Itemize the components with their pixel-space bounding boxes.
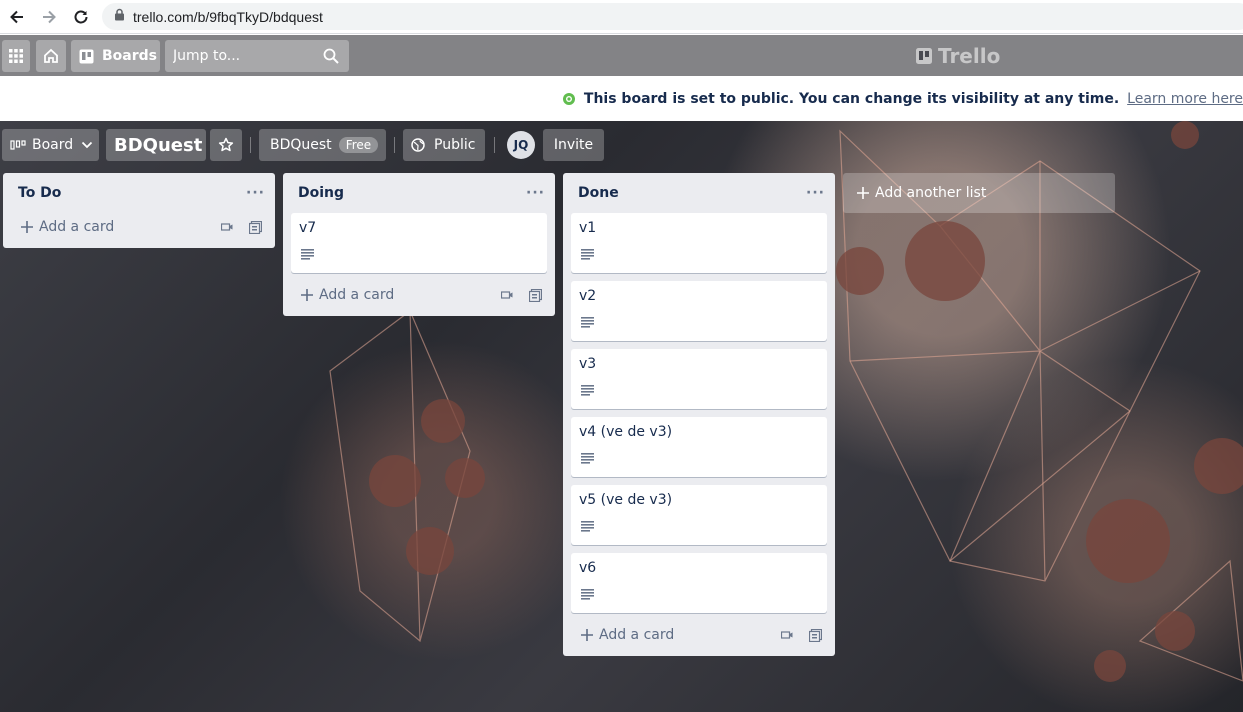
globe-icon: [562, 92, 576, 106]
template-icon[interactable]: [497, 285, 517, 305]
list-menu-icon[interactable]: ···: [806, 185, 825, 201]
chevron-down-icon: [81, 141, 93, 149]
card[interactable]: v3: [571, 349, 827, 409]
template-icon[interactable]: [217, 217, 237, 237]
public-visibility-banner: This board is set to public. You can cha…: [0, 76, 1243, 121]
add-card-label: Add a card: [599, 627, 675, 643]
card[interactable]: v1: [571, 213, 827, 273]
card-template-icon[interactable]: [805, 625, 825, 645]
learn-more-link[interactable]: Learn more here: [1127, 91, 1243, 107]
lock-icon: [114, 8, 125, 25]
board-name-button[interactable]: BDQuest: [106, 129, 206, 161]
back-arrow-icon[interactable]: [5, 5, 29, 29]
board-view-switcher[interactable]: Board: [2, 129, 99, 161]
board-header: Board BDQuest BDQuest Free Public JQ Inv…: [0, 121, 1243, 169]
board-canvas: Board BDQuest BDQuest Free Public JQ Inv…: [0, 121, 1243, 712]
add-list-label: Add another list: [875, 185, 987, 201]
card-title: v4 (ve de v3): [579, 424, 673, 440]
plus-icon: [301, 289, 313, 301]
url-text[interactable]: trello.com/b/9fbqTkyD/bdquest: [133, 9, 323, 25]
reload-icon[interactable]: [69, 5, 93, 29]
add-card-button[interactable]: Add a card: [581, 627, 769, 643]
card-title: v5 (ve de v3): [579, 492, 673, 508]
trello-logo-text: Trello: [938, 44, 1001, 68]
card-title: v6: [579, 560, 597, 576]
list-doing: Doing ··· v7 Add a card: [283, 173, 555, 316]
description-icon: [581, 316, 595, 332]
description-icon: [581, 248, 595, 264]
banner-message: This board is set to public. You can cha…: [583, 90, 1120, 107]
app-header: Boards: [0, 35, 1243, 76]
home-icon[interactable]: [36, 40, 66, 72]
add-list-button[interactable]: Add another list: [843, 173, 1115, 213]
card[interactable]: v4 (ve de v3): [571, 417, 827, 477]
board-view-icon: [10, 139, 26, 151]
list-header[interactable]: Doing ···: [283, 173, 555, 213]
list-title[interactable]: Doing: [298, 185, 344, 201]
trello-logo[interactable]: Trello: [916, 44, 1000, 68]
plus-icon: [581, 629, 593, 641]
visibility-label: Public: [434, 137, 476, 153]
workspace-name: BDQuest: [270, 137, 332, 153]
star-icon: [218, 137, 234, 153]
description-icon: [581, 384, 595, 400]
list-to-do: To Do ··· Add a card: [3, 173, 275, 248]
card[interactable]: v5 (ve de v3): [571, 485, 827, 545]
list-menu-icon[interactable]: ···: [526, 185, 545, 201]
list-footer: Add a card: [283, 274, 555, 316]
card[interactable]: v7: [291, 213, 547, 273]
plus-icon: [21, 221, 33, 233]
list-footer: Add a card: [563, 614, 835, 656]
globe-icon: [411, 138, 425, 152]
visibility-button[interactable]: Public: [403, 129, 485, 161]
description-icon: [581, 452, 595, 468]
trello-logo-icon: [916, 48, 932, 64]
address-bar[interactable]: trello.com/b/9fbqTkyD/bdquest: [102, 3, 1243, 30]
add-card-button[interactable]: Add a card: [301, 287, 489, 303]
card-title: v2: [579, 288, 597, 304]
description-icon: [581, 588, 595, 604]
description-icon: [301, 248, 315, 264]
search-icon[interactable]: [323, 48, 339, 68]
description-icon: [581, 520, 595, 536]
boards-button[interactable]: Boards: [71, 40, 160, 72]
card-title: v1: [579, 220, 597, 236]
invite-button[interactable]: Invite: [543, 129, 604, 161]
workspace-button[interactable]: BDQuest Free: [259, 129, 386, 161]
divider: [494, 137, 495, 153]
list-title[interactable]: To Do: [18, 185, 61, 201]
star-board-button[interactable]: [210, 129, 242, 161]
forward-arrow-icon[interactable]: [37, 5, 61, 29]
add-card-label: Add a card: [319, 287, 395, 303]
card[interactable]: v2: [571, 281, 827, 341]
add-card-button[interactable]: Add a card: [21, 219, 209, 235]
apps-grid-icon[interactable]: [2, 40, 30, 72]
board-title[interactable]: BDQuest: [114, 135, 202, 156]
jump-to-search[interactable]: [165, 40, 349, 72]
board-view-label: Board: [32, 137, 74, 153]
list-done: Done ··· v1 v2 v3 v4 (ve de v3) v5 (ve d…: [563, 173, 835, 656]
list-header[interactable]: Done ···: [563, 173, 835, 213]
card-title: v3: [579, 356, 597, 372]
search-input[interactable]: [173, 48, 313, 64]
boards-label: Boards: [102, 48, 157, 64]
browser-toolbar: trello.com/b/9fbqTkyD/bdquest: [0, 0, 1243, 34]
add-card-label: Add a card: [39, 219, 115, 235]
boards-icon: [79, 49, 94, 64]
divider: [394, 137, 395, 153]
card-template-icon[interactable]: [245, 217, 265, 237]
list-footer: Add a card: [3, 206, 275, 248]
plus-icon: [857, 187, 869, 199]
divider: [250, 137, 251, 153]
card-title: v7: [299, 220, 317, 236]
card[interactable]: v6: [571, 553, 827, 613]
plan-badge: Free: [338, 137, 379, 153]
member-avatar[interactable]: JQ: [507, 131, 535, 159]
list-title[interactable]: Done: [578, 185, 619, 201]
invite-label: Invite: [553, 137, 594, 153]
template-icon[interactable]: [777, 625, 797, 645]
list-menu-icon[interactable]: ···: [246, 185, 265, 201]
card-template-icon[interactable]: [525, 285, 545, 305]
